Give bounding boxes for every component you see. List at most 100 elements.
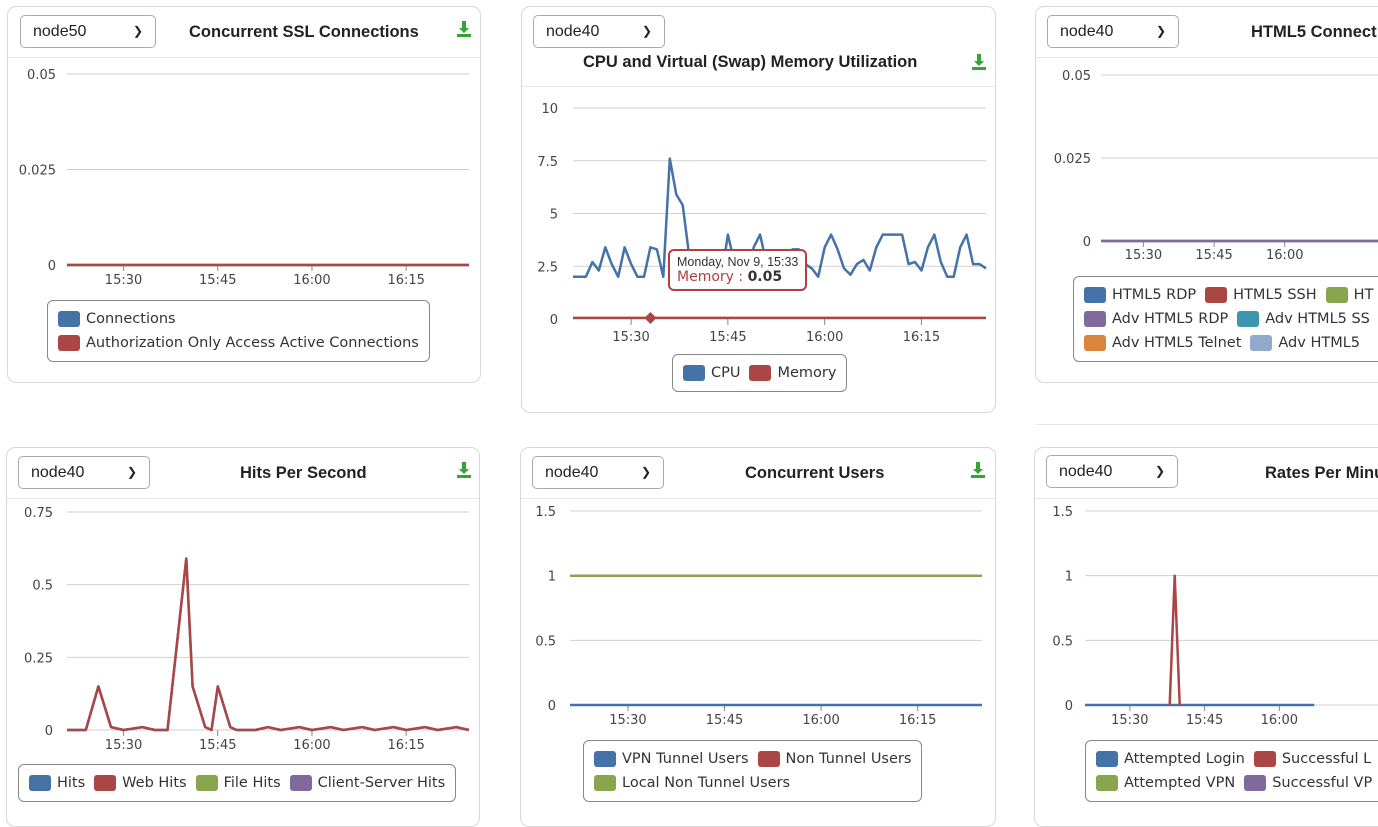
chart-legend: HTML5 RDP HTML5 SSH HT Adv HTML5 RDP Adv HTM… [1073,276,1378,362]
node-select[interactable]: node40 ❯ [1046,455,1178,488]
x-tick-label: 16:00 [293,273,330,288]
legend-item[interactable]: Adv HTML5 Telnet [1084,331,1241,355]
legend-label: Adv HTML5 [1278,335,1361,351]
legend-label: Adv HTML5 RDP [1112,311,1229,327]
legend-row: Adv HTML5 RDP Adv HTML5 SS [1084,307,1373,331]
legend-swatch [749,365,772,381]
legend-swatch [1084,311,1106,327]
x-tick-label: 15:45 [1195,248,1232,263]
node-select-value: node40 [1060,23,1114,40]
x-tick-label: 16:00 [802,713,839,728]
chart-legend: Hits Web Hits File Hits Client-Server Hits [18,764,457,802]
download-icon[interactable] [970,461,986,479]
legend-item[interactable]: File Hits [195,771,281,795]
legend-label: HTML5 RDP [1112,287,1197,303]
x-tick-label: 15:30 [612,330,649,345]
y-tick-label: 0.5 [32,579,53,594]
node-select-value: node40 [545,464,599,481]
x-tick-label: 15:30 [105,273,142,288]
legend-item[interactable]: HTML5 RDP [1084,283,1196,307]
x-tick-label: 16:00 [293,738,330,753]
download-icon[interactable] [456,461,472,479]
legend-item[interactable]: Adv HTML5 [1250,331,1360,355]
download-icon[interactable] [456,20,472,38]
x-tick-label: 16:15 [387,273,424,288]
panel-rates-per-minute: node40 ❯ Rates Per Minu 1.5 1 0.5 0 15:30 15:4… [1034,447,1378,827]
legend-row: Authorization Only Access Active Connect… [58,331,419,355]
legend-item[interactable]: Successful VP [1244,771,1372,795]
legend-swatch [594,775,616,791]
node-select-value: node40 [1059,463,1113,480]
chart-plot: 1.5 1 0.5 0 15:30 15:45 16:00 16:15 [535,505,982,728]
legend-row: HTML5 RDP HTML5 SSH HT [1084,283,1373,307]
legend-swatch [94,775,117,791]
y-tick-label: 0.5 [535,634,556,649]
legend-item[interactable]: Hits [29,771,85,795]
legend-label: Authorization Only Access Active Connect… [86,335,419,351]
x-tick-label: 15:45 [199,273,236,288]
chevron-down-icon: ❯ [132,24,143,38]
chart-title: Hits Per Second [240,464,367,482]
legend-item[interactable]: Adv HTML5 RDP [1084,307,1228,331]
x-tick-label: 15:45 [706,713,743,728]
legend-item[interactable]: Non Tunnel Users [757,747,911,771]
legend-item[interactable]: Authorization Only Access Active Connect… [58,331,419,355]
y-tick-label: 0 [550,313,558,328]
legend-item[interactable]: Client-Server Hits [289,771,445,795]
x-tick-label: 15:30 [609,713,646,728]
legend-item[interactable]: VPN Tunnel Users [594,747,749,771]
y-tick-label: 0 [45,724,53,739]
chart-title: Concurrent Users [745,464,885,482]
x-tick-label: 15:30 [1111,713,1148,728]
y-tick-label: 1 [1065,570,1073,585]
chevron-down-icon: ❯ [1154,464,1165,478]
legend-row: Attempted Login Successful L [1096,747,1372,771]
tooltip-date: Monday, Nov 9, 15:33 [677,255,799,269]
y-tick-label: 0.05 [27,68,56,83]
download-icon[interactable] [971,53,987,71]
panel-html5-connections: node40 ❯ HTML5 Connect 0.05 0.025 0 15:30 15:… [1035,6,1378,383]
panel-cpu-memory: node40 ❯ CPU and Virtual (Swap) Memory Ut… [521,6,996,413]
chart-legend: CPU Memory [672,354,848,392]
node-select[interactable]: node50 ❯ [20,15,156,48]
legend-label: CPU [711,365,741,381]
tooltip-series: Memory [677,269,734,285]
x-tick-label: 16:00 [806,330,843,345]
legend-label: VPN Tunnel Users [622,751,749,767]
legend-item[interactable]: Memory [749,361,836,385]
x-tick-label: 16:00 [1266,248,1303,263]
chevron-down-icon: ❯ [126,465,137,479]
x-tick-label: 16:00 [1261,713,1298,728]
legend-item[interactable]: HTML5 SSH [1205,283,1317,307]
legend-item[interactable]: CPU [683,361,740,385]
legend-row: Adv HTML5 Telnet Adv HTML5 [1084,331,1373,355]
legend-item[interactable]: Web Hits [94,771,187,795]
chart-title: Concurrent SSL Connections [189,23,419,41]
legend-swatch [1205,287,1228,303]
node-select[interactable]: node40 ❯ [1047,15,1179,48]
y-tick-label: 7.5 [537,155,558,170]
chart-title: Rates Per Minu [1265,464,1378,482]
node-select[interactable]: node40 ❯ [18,456,150,489]
x-tick-label: 15:45 [709,330,746,345]
legend-item[interactable]: Adv HTML5 SS [1237,307,1370,331]
legend-swatch [683,365,705,381]
legend-item[interactable]: Attempted VPN [1096,771,1235,795]
legend-label: Memory [777,365,837,381]
legend-item[interactable]: HT [1325,283,1373,307]
legend-swatch [1084,335,1106,351]
legend-label: Attempted Login [1124,751,1245,767]
node-select[interactable]: node40 ❯ [532,456,664,489]
y-tick-label: 1 [548,570,556,585]
chart-legend: VPN Tunnel Users Non Tunnel Users Local No… [583,740,923,802]
legend-item[interactable]: Attempted Login [1096,747,1245,771]
legend-item[interactable]: Local Non Tunnel Users [594,771,790,795]
legend-item[interactable]: Connections [58,307,176,331]
node-select[interactable]: node40 ❯ [533,15,665,48]
chart-legend: Connections Authorization Only Access Act… [47,300,430,362]
legend-item[interactable]: Successful L [1253,747,1371,771]
panel-concurrent-users: node40 ❯ Concurrent Users 1.5 1 0.5 0 15:30 15… [520,447,996,827]
x-tick-label: 15:45 [199,738,236,753]
legend-swatch [1084,287,1106,303]
y-tick-label: 10 [541,102,558,117]
